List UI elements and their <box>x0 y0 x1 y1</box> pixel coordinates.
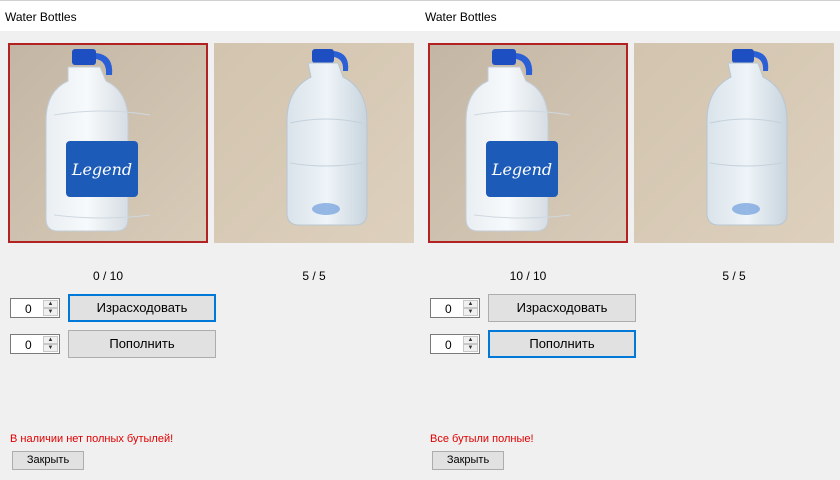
window-right: Water Bottles Legend 10 / 10 5 / 5 0 ▲ ▼… <box>420 0 840 480</box>
stepper-arrows[interactable]: ▲ ▼ <box>463 300 478 316</box>
spend-quantity-value: 0 <box>25 302 32 316</box>
stepper-up-icon[interactable]: ▲ <box>463 336 478 344</box>
stepper-up-icon[interactable]: ▲ <box>463 300 478 308</box>
refill-button[interactable]: Пополнить <box>68 330 216 358</box>
stepper-arrows[interactable]: ▲ ▼ <box>43 336 58 352</box>
status-message: В наличии нет полных бутылей! <box>10 433 174 445</box>
water-bottle-empty-icon <box>214 43 414 243</box>
window-left: Water Bottles Legend 0 / 10 5 / 5 0 ▲ ▼ … <box>0 0 420 480</box>
empty-bottles-count: 5 / 5 <box>302 269 326 283</box>
refill-button[interactable]: Пополнить <box>488 330 636 358</box>
full-bottle-image[interactable]: Legend <box>8 43 208 243</box>
empty-bottle-image[interactable] <box>214 43 414 243</box>
svg-text:Legend: Legend <box>491 160 552 179</box>
title-bar: Water Bottles <box>0 0 420 31</box>
stepper-down-icon[interactable]: ▼ <box>43 344 58 352</box>
water-bottle-full-icon: Legend <box>430 45 626 241</box>
title-bar: Water Bottles <box>420 0 840 31</box>
window-title: Water Bottles <box>425 10 497 24</box>
refill-quantity-value: 0 <box>25 338 32 352</box>
spend-button[interactable]: Израсходовать <box>68 294 216 322</box>
empty-bottles-count: 5 / 5 <box>722 269 746 283</box>
empty-bottle-image[interactable] <box>634 43 834 243</box>
stepper-up-icon[interactable]: ▲ <box>43 336 58 344</box>
full-bottles-count: 10 / 10 <box>509 269 547 283</box>
window-title: Water Bottles <box>5 10 77 24</box>
full-bottles-count: 0 / 10 <box>92 269 124 283</box>
spend-quantity-value: 0 <box>445 302 452 316</box>
full-bottle-image[interactable]: Legend <box>428 43 628 243</box>
stepper-down-icon[interactable]: ▼ <box>463 308 478 316</box>
stepper-down-icon[interactable]: ▼ <box>463 344 478 352</box>
water-bottle-full-icon: Legend <box>10 45 206 241</box>
spend-quantity-stepper[interactable]: 0 ▲ ▼ <box>10 298 60 318</box>
close-button[interactable]: Закрыть <box>432 451 504 470</box>
refill-quantity-stepper[interactable]: 0 ▲ ▼ <box>10 334 60 354</box>
spend-quantity-stepper[interactable]: 0 ▲ ▼ <box>430 298 480 318</box>
stepper-arrows[interactable]: ▲ ▼ <box>43 300 58 316</box>
status-message: Все бутыли полные! <box>430 433 534 445</box>
spend-button[interactable]: Израсходовать <box>488 294 636 322</box>
stepper-down-icon[interactable]: ▼ <box>43 308 58 316</box>
stepper-up-icon[interactable]: ▲ <box>43 300 58 308</box>
stepper-arrows[interactable]: ▲ ▼ <box>463 336 478 352</box>
close-button[interactable]: Закрыть <box>12 451 84 470</box>
refill-quantity-stepper[interactable]: 0 ▲ ▼ <box>430 334 480 354</box>
svg-text:Legend: Legend <box>71 160 132 179</box>
refill-quantity-value: 0 <box>445 338 452 352</box>
water-bottle-empty-icon <box>634 43 834 243</box>
